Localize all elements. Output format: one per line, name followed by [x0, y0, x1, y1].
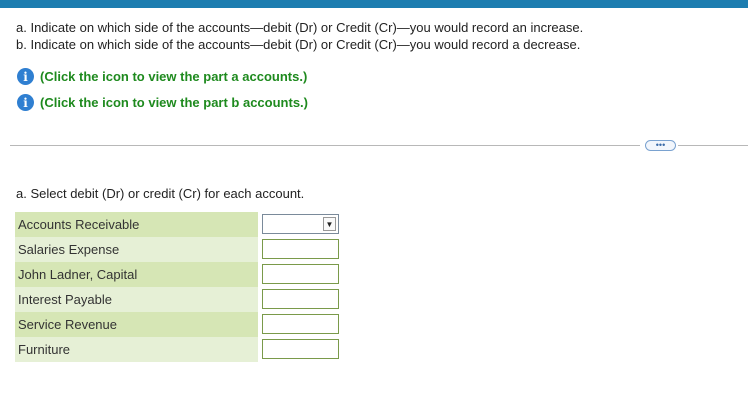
account-row: Accounts Receivable	[15, 212, 258, 237]
instruction-line-b: b. Indicate on which side of the account…	[16, 37, 581, 52]
section-divider	[678, 145, 748, 146]
dr-cr-select[interactable]	[262, 264, 339, 284]
info-icon[interactable]: i	[17, 68, 34, 85]
info-row-part-a: i (Click the icon to view the part a acc…	[17, 68, 307, 85]
more-options-button[interactable]: •••	[645, 140, 676, 151]
info-icon[interactable]: i	[17, 94, 34, 111]
chevron-down-icon[interactable]: ▼	[323, 217, 336, 231]
dr-cr-select[interactable]	[262, 289, 339, 309]
account-name: Service Revenue	[18, 317, 117, 332]
account-row: Furniture	[15, 337, 258, 362]
section-divider	[10, 145, 640, 146]
account-row: Salaries Expense	[15, 237, 258, 262]
top-bar	[0, 0, 748, 8]
account-name: Interest Payable	[18, 292, 112, 307]
dr-cr-select[interactable]: ▼	[262, 214, 339, 234]
dr-cr-select[interactable]	[262, 314, 339, 334]
account-name: Furniture	[18, 342, 71, 357]
dr-cr-select[interactable]	[262, 239, 339, 259]
accounts-table: Accounts Receivable Salaries Expense Joh…	[15, 212, 258, 362]
part-b-accounts-link[interactable]: (Click the icon to view the part b accou…	[40, 95, 308, 110]
account-name: Accounts Receivable	[18, 217, 140, 232]
part-a-accounts-link[interactable]: (Click the icon to view the part a accou…	[40, 69, 307, 84]
account-name: John Ladner, Capital	[18, 267, 138, 282]
dr-cr-select[interactable]	[262, 339, 339, 359]
account-name: Salaries Expense	[18, 242, 120, 257]
account-row: Interest Payable	[15, 287, 258, 312]
part-a-label: a. Select debit (Dr) or credit (Cr) for …	[16, 186, 305, 201]
instruction-line-a: a. Indicate on which side of the account…	[16, 20, 584, 35]
account-row: Service Revenue	[15, 312, 258, 337]
info-row-part-b: i (Click the icon to view the part b acc…	[17, 94, 308, 111]
account-row: John Ladner, Capital	[15, 262, 258, 287]
